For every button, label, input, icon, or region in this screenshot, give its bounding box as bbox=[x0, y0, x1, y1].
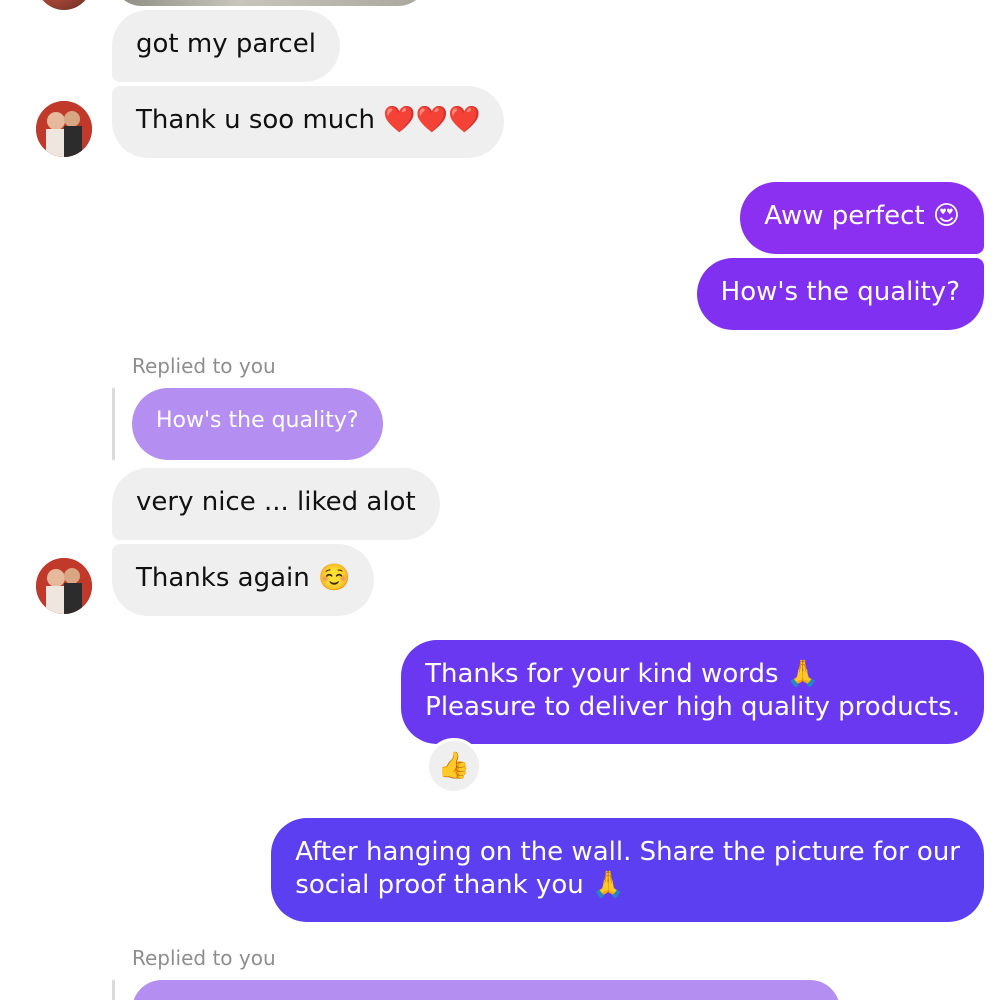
message-text: got my parcel bbox=[136, 29, 316, 59]
shared-photo-message[interactable] bbox=[112, 0, 428, 6]
message-text: Thank u soo much ❤️❤️❤️ bbox=[136, 105, 481, 135]
reply-indicator-bar bbox=[112, 388, 115, 460]
contact-avatar[interactable] bbox=[36, 558, 92, 614]
message-text-line: Thanks for your kind words 🙏 bbox=[425, 659, 820, 689]
contact-avatar[interactable] bbox=[36, 0, 92, 10]
incoming-message[interactable]: got my parcel bbox=[112, 10, 340, 82]
incoming-message[interactable]: Thanks again ☺️ bbox=[112, 544, 375, 616]
outgoing-message[interactable]: How's the quality? bbox=[696, 258, 984, 330]
chat-thread: got my parcel Thank u soo much ❤️❤️❤️ Aw… bbox=[0, 0, 1000, 1000]
outgoing-message[interactable]: Thanks for your kind words 🙏 Pleasure to… bbox=[401, 640, 984, 744]
thumbs-up-reaction-icon[interactable]: 👍 bbox=[426, 738, 482, 794]
outgoing-message[interactable]: After hanging on the wall. Share the pic… bbox=[271, 818, 984, 922]
avatar-photo-icon bbox=[36, 101, 92, 157]
reply-indicator-bar bbox=[112, 980, 115, 1000]
message-text: Thanks again ☺️ bbox=[136, 563, 351, 593]
message-text-line: After hanging on the wall. Share the pic… bbox=[295, 837, 960, 867]
outgoing-message[interactable]: Aww perfect 😍 bbox=[740, 182, 984, 254]
incoming-message[interactable]: Thank u soo much ❤️❤️❤️ bbox=[112, 86, 505, 158]
message-text: very nice ... liked alot bbox=[136, 487, 416, 517]
message-text-line: Pleasure to deliver high quality product… bbox=[425, 692, 960, 722]
message-text: Aww perfect 😍 bbox=[764, 201, 960, 231]
quoted-message[interactable]: How's the quality? bbox=[132, 388, 383, 460]
contact-avatar[interactable] bbox=[36, 101, 92, 157]
message-text: How's the quality? bbox=[720, 277, 960, 307]
incoming-message[interactable]: very nice ... liked alot bbox=[112, 468, 440, 540]
message-text-line: social proof thank you 🙏 bbox=[295, 870, 625, 900]
avatar-photo-icon bbox=[36, 558, 92, 614]
replied-to-you-label: Replied to you bbox=[132, 354, 276, 378]
replied-to-you-label: Replied to you bbox=[132, 946, 276, 970]
quoted-text: How's the quality? bbox=[156, 408, 359, 433]
quoted-message[interactable] bbox=[132, 980, 840, 1000]
